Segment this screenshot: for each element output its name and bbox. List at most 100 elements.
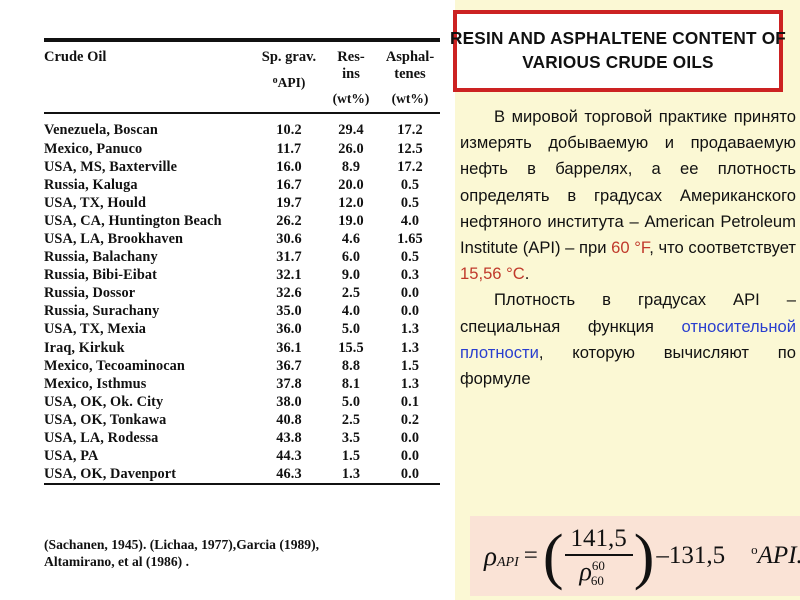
cell-asphaltenes: 12.5	[397, 140, 423, 157]
source-citation: (Sachanen, 1945). (Lichaa, 1977),Garcia …	[44, 536, 444, 570]
table-row: USA, OK, Tonkawa 40.8 2.5 0.2	[44, 411, 440, 429]
cell-resins: 15.5	[338, 339, 364, 356]
table-row: Russia, Kaluga 16.7 20.0 0.5	[44, 176, 440, 194]
cell-sp-grav: 36.0	[276, 321, 302, 338]
cell-resins: 8.9	[341, 158, 361, 175]
formula-right-paren: )	[633, 522, 655, 591]
formula-denominator-subscript: 60	[590, 572, 604, 588]
table-row: Mexico, Tecoaminocan 36.7 8.8 1.5	[44, 357, 440, 375]
cell-asphaltenes: 0.5	[400, 194, 420, 211]
cell-resins: 20.0	[338, 176, 364, 193]
formula-denominator-superscript: 60	[591, 557, 605, 573]
cell-asphaltenes: 17.2	[397, 122, 423, 139]
formula-constant: 131,5	[668, 542, 726, 569]
formula-unit-label: API.	[757, 542, 800, 569]
column-header-asphaltenes-line2: tenes	[394, 65, 426, 82]
cell-sp-grav: 30.6	[276, 230, 302, 247]
column-header-asphaltenes-label: Asphal-	[385, 49, 435, 65]
cell-resins: 6.0	[341, 249, 361, 266]
table-row: Russia, Dossor 32.6 2.5 0.0	[44, 284, 440, 302]
cell-asphaltenes: 0.0	[400, 285, 420, 302]
cell-crude-oil: Russia, Dossor	[44, 285, 136, 302]
formula-minus: –	[656, 542, 669, 569]
formula-box: ρ API = ( 141,5 ρ6060 ) –131,5 oAPI.	[470, 516, 800, 596]
table-row: USA, LA, Rodessa 43.8 3.5 0.0	[44, 429, 440, 447]
cell-sp-grav: 40.8	[276, 411, 302, 428]
column-header-sp-grav: Sp. grav. oAPI)	[256, 42, 322, 112]
table-row: USA, MS, Baxterville 16.0 8.9 17.2	[44, 158, 440, 176]
formula-fraction: 141,5 ρ6060	[564, 525, 633, 587]
cell-crude-oil: USA, PA	[44, 448, 99, 465]
table-row: Iraq, Kirkuk 36.1 15.5 1.3	[44, 339, 440, 357]
table-bottom-rule	[44, 483, 440, 486]
source-citation-line2: Altamirano, et al (1986) .	[44, 554, 189, 569]
cell-crude-oil: Mexico, Panuco	[44, 140, 143, 157]
cell-crude-oil: USA, OK, Davenport	[44, 466, 177, 483]
formula-unit-degree: o	[751, 542, 758, 557]
temperature-fahrenheit: 60 °F	[611, 238, 650, 258]
column-header-asphaltenes: Asphal- tenes (wt%)	[380, 42, 440, 112]
cell-sp-grav: 19.7	[276, 194, 302, 211]
cell-sp-grav: 16.0	[276, 158, 302, 175]
column-header-crude-oil: Crude Oil	[44, 42, 256, 112]
cell-crude-oil: USA, LA, Brookhaven	[44, 230, 184, 247]
cell-resins: 4.0	[341, 303, 361, 320]
cell-sp-grav: 35.0	[276, 303, 302, 320]
formula-unit: oAPI.	[751, 542, 800, 570]
cell-sp-grav: 11.7	[276, 140, 302, 157]
table-row: Mexico, Isthmus 37.8 8.1 1.3	[44, 375, 440, 393]
column-header-resins-unit: (wt%)	[332, 91, 370, 107]
cell-sp-grav: 26.2	[276, 212, 302, 229]
column-header-resins: Res- ins (wt%)	[322, 42, 380, 112]
paragraph-1: В мировой торговой практике принято изме…	[460, 104, 796, 287]
slide-title-line1: RESIN AND ASPHALTENE CONTENT OF	[450, 28, 786, 49]
paragraph-1-part3: .	[524, 264, 530, 284]
cell-crude-oil: USA, CA, Huntington Beach	[44, 212, 222, 229]
cell-crude-oil: USA, TX, Mexia	[44, 321, 147, 338]
cell-resins: 4.6	[341, 230, 361, 247]
cell-sp-grav: 43.8	[276, 430, 302, 446]
cell-asphaltenes: 0.3	[400, 267, 420, 284]
cell-sp-grav: 31.7	[276, 249, 302, 266]
formula-rho-subscript: API	[496, 555, 519, 570]
temperature-celsius: 15,56 °C	[460, 264, 525, 284]
slide-title-box: RESIN AND ASPHALTENE CONTENT OF VARIOUS …	[450, 10, 786, 92]
cell-sp-grav: 46.3	[276, 466, 302, 483]
table-header: Crude Oil Sp. grav. oAPI) Res- ins (wt%)…	[44, 42, 440, 112]
cell-asphaltenes: 17.2	[397, 158, 423, 175]
cell-resins: 1.3	[341, 466, 361, 483]
cell-crude-oil: Russia, Surachany	[44, 303, 160, 320]
cell-asphaltenes: 0.5	[400, 176, 420, 193]
cell-resins: 5.0	[341, 321, 361, 338]
source-citation-line1: (Sachanen, 1945). (Lichaa, 1977),Garcia …	[44, 537, 320, 552]
table-row: USA, TX, Mexia 36.0 5.0 1.3	[44, 320, 440, 338]
cell-sp-grav: 38.0	[276, 393, 302, 410]
table-row: USA, LA, Brookhaven 30.6 4.6 1.65	[44, 230, 440, 248]
cell-crude-oil: Russia, Kaluga	[44, 176, 138, 193]
table-row: Venezuela, Boscan 10.2 29.4 17.2	[44, 114, 440, 139]
table-panel: Crude Oil Sp. grav. oAPI) Res- ins (wt%)…	[0, 0, 455, 600]
content-panel: RESIN AND ASPHALTENE CONTENT OF VARIOUS …	[450, 0, 800, 600]
formula-left-paren: (	[542, 522, 564, 591]
cell-crude-oil: Russia, Bibi-Eibat	[44, 267, 158, 284]
cell-asphaltenes: 0.1	[400, 393, 420, 410]
formula-numerator: 141,5	[570, 525, 627, 553]
cell-resins: 3.5	[341, 430, 361, 446]
formula-rho-symbol: ρ	[484, 540, 497, 571]
cell-sp-grav: 16.7	[276, 176, 302, 193]
table-body: Venezuela, Boscan 10.2 29.4 17.2 Mexico, Pan…	[44, 114, 440, 483]
cell-asphaltenes: 1.65	[397, 230, 423, 247]
cell-asphaltenes: 1.3	[400, 339, 420, 356]
cell-sp-grav: 37.8	[276, 375, 302, 392]
table-header-row: Crude Oil Sp. grav. oAPI) Res- ins (wt%)…	[44, 42, 440, 112]
table-row: USA, OK, Davenport 46.3 1.3 0.0	[44, 465, 440, 483]
crude-oil-table-wrapper: Crude Oil Sp. grav. oAPI) Res- ins (wt%)…	[44, 38, 440, 486]
formula-denominator: ρ6060	[573, 556, 623, 586]
cell-asphaltenes: 0.0	[400, 466, 420, 483]
column-header-sp-grav-unit: oAPI)	[272, 74, 306, 90]
table-row: USA, PA 44.3 1.5 0.0	[44, 447, 440, 465]
crude-oil-table: Crude Oil Sp. grav. oAPI) Res- ins (wt%)…	[44, 42, 440, 112]
table-row: Russia, Bibi-Eibat 32.1 9.0 0.3	[44, 266, 440, 284]
cell-asphaltenes: 0.0	[400, 430, 420, 446]
cell-resins: 5.0	[341, 393, 361, 410]
